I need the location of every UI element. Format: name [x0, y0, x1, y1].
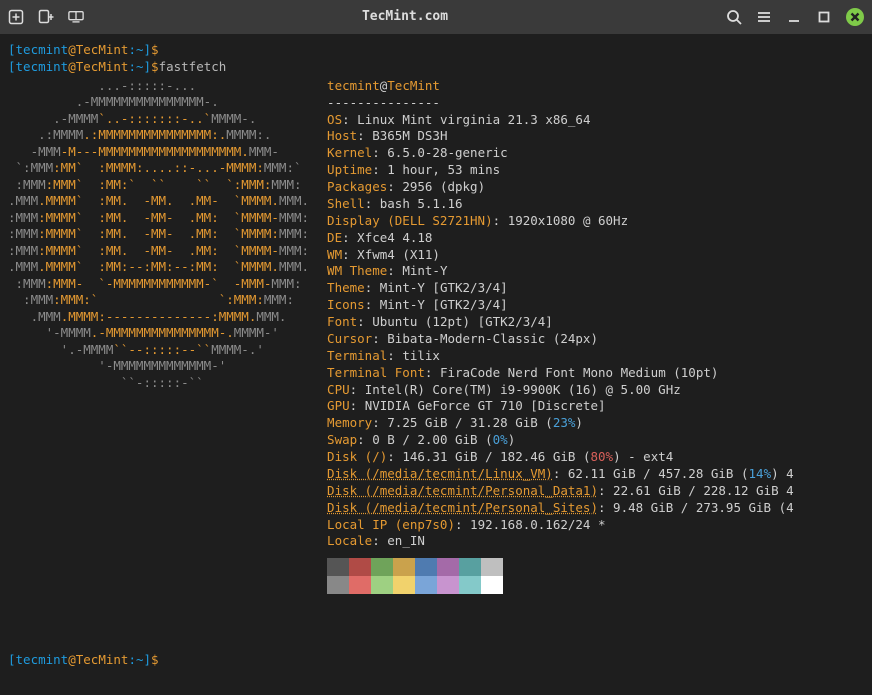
- info-row: Locale: en_IN: [327, 533, 794, 550]
- layout-icon[interactable]: [68, 9, 84, 25]
- disk-path-link[interactable]: Disk (/media/tecmint/Personal_Sites): [327, 500, 598, 515]
- disk-path-link[interactable]: Disk (/media/tecmint/Linux_VM): [327, 466, 553, 481]
- titlebar: TecMint.com: [0, 0, 872, 34]
- color-swatch: [459, 576, 481, 594]
- minimize-button[interactable]: [786, 9, 802, 25]
- prompt-line: [tecmint@TecMint:~]$: [8, 652, 159, 669]
- info-row: Terminal Font: FiraCode Nerd Font Mono M…: [327, 365, 794, 382]
- info-row: Cursor: Bibata-Modern-Classic (24px): [327, 331, 794, 348]
- info-row: Theme: Mint-Y [GTK2/3/4]: [327, 280, 794, 297]
- color-swatch: [481, 558, 503, 576]
- color-swatch: [415, 558, 437, 576]
- info-row: Font: Ubuntu (12pt) [GTK2/3/4]: [327, 314, 794, 331]
- color-swatch: [481, 576, 503, 594]
- color-swatch: [327, 576, 349, 594]
- color-swatch: [327, 558, 349, 576]
- info-row: Packages: 2956 (dpkg): [327, 179, 794, 196]
- info-row: WM Theme: Mint-Y: [327, 263, 794, 280]
- system-info: tecmint@TecMint --------------- OS: Linu…: [327, 78, 794, 599]
- color-swatch: [437, 576, 459, 594]
- maximize-button[interactable]: [816, 9, 832, 25]
- info-row: Kernel: 6.5.0-28-generic: [327, 145, 794, 162]
- window-title: TecMint.com: [84, 8, 726, 26]
- disk-path-link[interactable]: Disk (/media/tecmint/Personal_Data1): [327, 483, 598, 498]
- info-row: Display (DELL S2721HN): 1920x1080 @ 60Hz: [327, 213, 794, 230]
- info-row: GPU: NVIDIA GeForce GT 710 [Discrete]: [327, 398, 794, 415]
- terminal-viewport[interactable]: [tecmint@TecMint:~]$ [tecmint@TecMint:~]…: [0, 34, 872, 599]
- color-swatch: [371, 558, 393, 576]
- info-row: Memory: 7.25 GiB / 31.28 GiB (23%): [327, 415, 794, 432]
- info-row: WM: Xfwm4 (X11): [327, 247, 794, 264]
- info-row: Icons: Mint-Y [GTK2/3/4]: [327, 297, 794, 314]
- info-row: Shell: bash 5.1.16: [327, 196, 794, 213]
- info-row: Disk (/media/tecmint/Linux_VM): 62.11 Gi…: [327, 466, 794, 483]
- info-row: Host: B365M DS3H: [327, 128, 794, 145]
- fastfetch-output: ...-:::::-... .-MMMMMMMMMMMMMMM-. .-MMMM…: [8, 78, 864, 599]
- prompt-line: [tecmint@TecMint:~]$fastfetch: [8, 59, 864, 76]
- color-swatch: [393, 558, 415, 576]
- info-row: Disk (/media/tecmint/Personal_Sites): 9.…: [327, 500, 794, 517]
- new-tab-icon[interactable]: [8, 9, 24, 25]
- info-row: Swap: 0 B / 2.00 GiB (0%): [327, 432, 794, 449]
- color-swatch: [415, 576, 437, 594]
- new-window-icon[interactable]: [38, 9, 54, 25]
- info-row: Terminal: tilix: [327, 348, 794, 365]
- info-row: Disk (/media/tecmint/Personal_Data1): 22…: [327, 483, 794, 500]
- search-icon[interactable]: [726, 9, 742, 25]
- color-palette: [327, 558, 503, 594]
- info-row: Disk (/): 146.31 GiB / 182.46 GiB (80%) …: [327, 449, 794, 466]
- prompt-line: [tecmint@TecMint:~]$: [8, 42, 864, 59]
- info-row: Uptime: 1 hour, 53 mins: [327, 162, 794, 179]
- menu-icon[interactable]: [756, 9, 772, 25]
- ascii-logo: ...-:::::-... .-MMMMMMMMMMMMMMM-. .-MMMM…: [8, 78, 309, 599]
- color-swatch: [393, 576, 415, 594]
- color-swatch: [349, 558, 371, 576]
- color-swatch: [459, 558, 481, 576]
- info-row: OS: Linux Mint virginia 21.3 x86_64: [327, 112, 794, 129]
- info-row: DE: Xfce4 4.18: [327, 230, 794, 247]
- info-row: Local IP (enp7s0): 192.168.0.162/24 *: [327, 517, 794, 534]
- close-button[interactable]: [846, 8, 864, 26]
- color-swatch: [349, 576, 371, 594]
- color-swatch: [371, 576, 393, 594]
- info-row: CPU: Intel(R) Core(TM) i9-9900K (16) @ 5…: [327, 382, 794, 399]
- color-swatch: [437, 558, 459, 576]
